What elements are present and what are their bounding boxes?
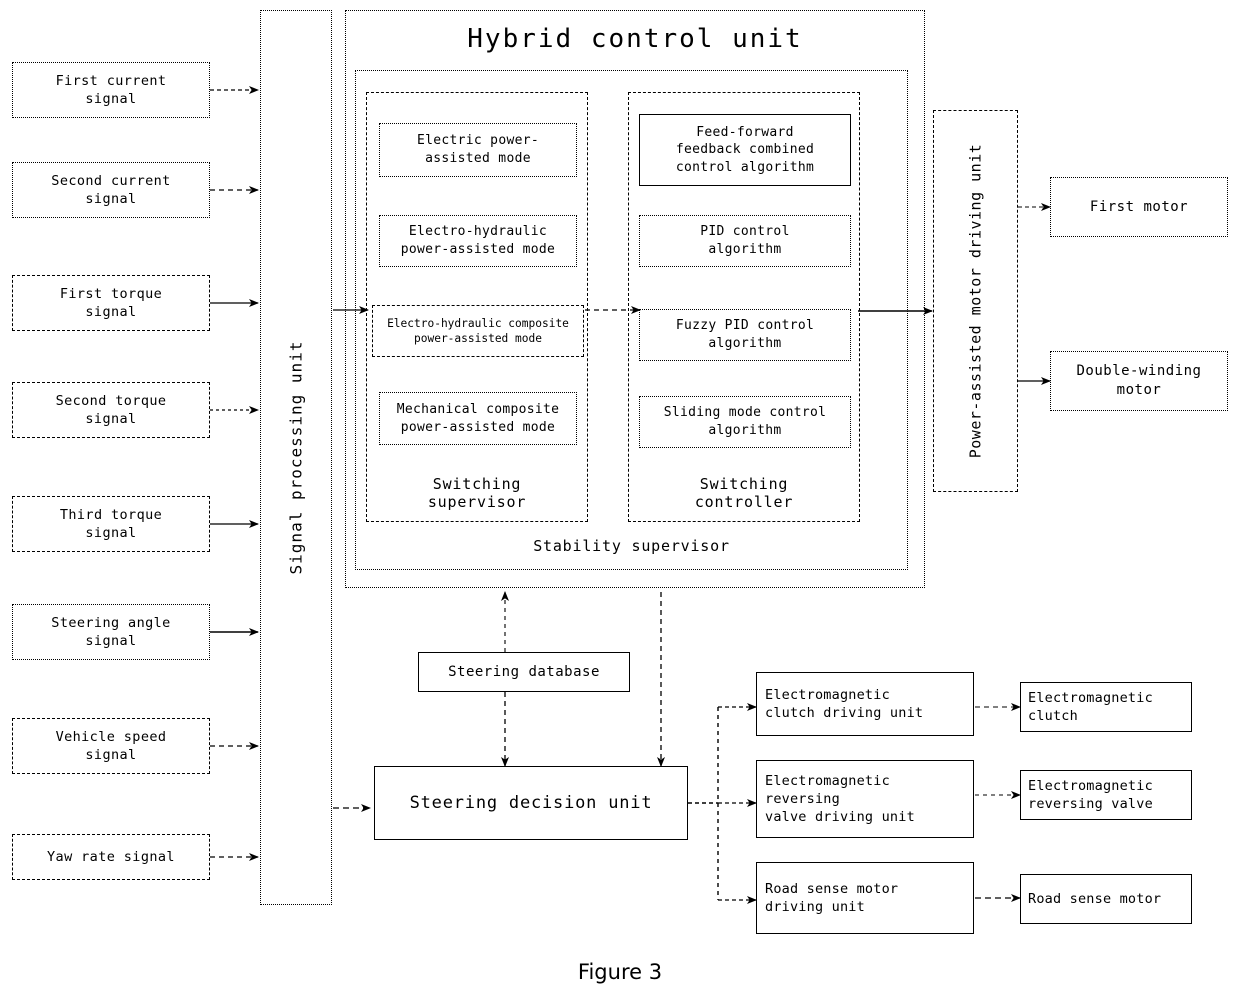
- algorithm-feed-forward-feedback-combined[interactable]: Feed-forward feedback combined control a…: [639, 114, 851, 186]
- mode-electric-power-assisted[interactable]: Electric power- assisted mode: [379, 123, 577, 177]
- steering-database[interactable]: Steering database: [418, 652, 630, 692]
- electromagnetic-clutch[interactable]: Electromagnetic clutch: [1020, 682, 1192, 732]
- input-signal-steering-angle[interactable]: Steering angle signal: [12, 604, 210, 660]
- switching-controller-label: Switching controller: [694, 475, 794, 511]
- input-signal-first-torque[interactable]: First torque signal: [12, 275, 210, 331]
- stability-supervisor-label: Stability supervisor: [533, 537, 730, 555]
- switching-supervisor-label: Switching supervisor: [427, 475, 527, 511]
- algorithm-sliding-mode-control[interactable]: Sliding mode control algorithm: [639, 396, 851, 448]
- input-signal-third-torque[interactable]: Third torque signal: [12, 496, 210, 552]
- hybrid-control-unit-title: Hybrid control unit: [467, 24, 803, 54]
- steering-decision-unit[interactable]: Steering decision unit: [374, 766, 688, 840]
- algorithm-pid-control[interactable]: PID control algorithm: [639, 215, 851, 267]
- figure-caption: Figure 3: [577, 960, 663, 984]
- input-signal-vehicle-speed[interactable]: Vehicle speed signal: [12, 718, 210, 774]
- road-sense-motor[interactable]: Road sense motor: [1020, 874, 1192, 924]
- mode-mechanical-composite-power-assisted[interactable]: Mechanical composite power-assisted mode: [379, 392, 577, 445]
- first-motor[interactable]: First motor: [1050, 177, 1228, 237]
- algorithm-fuzzy-pid-control[interactable]: Fuzzy PID control algorithm: [639, 309, 851, 361]
- double-winding-motor[interactable]: Double-winding motor: [1050, 351, 1228, 411]
- signal-processing-unit[interactable]: Signal processing unit: [260, 10, 332, 905]
- power-assisted-motor-driving-unit-label: Power-assisted motor driving unit: [966, 143, 985, 459]
- electromagnetic-reversing-valve[interactable]: Electromagnetic reversing valve: [1020, 770, 1192, 820]
- electromagnetic-clutch-driving-unit[interactable]: Electromagnetic clutch driving unit: [756, 672, 974, 736]
- input-signal-yaw-rate[interactable]: Yaw rate signal: [12, 834, 210, 880]
- input-signal-first-current[interactable]: First current signal: [12, 62, 210, 118]
- power-assisted-motor-driving-unit[interactable]: Power-assisted motor driving unit: [933, 110, 1018, 492]
- road-sense-motor-driving-unit[interactable]: Road sense motor driving unit: [756, 862, 974, 934]
- input-signal-second-current[interactable]: Second current signal: [12, 162, 210, 218]
- mode-electro-hydraulic-composite-power-assisted[interactable]: Electro-hydraulic composite power-assist…: [372, 305, 584, 357]
- mode-electro-hydraulic-power-assisted[interactable]: Electro-hydraulic power-assisted mode: [379, 215, 577, 267]
- signal-processing-unit-label: Signal processing unit: [286, 340, 306, 575]
- input-signal-second-torque[interactable]: Second torque signal: [12, 382, 210, 438]
- electromagnetic-reversing-valve-driving-unit[interactable]: Electromagnetic reversing valve driving …: [756, 760, 974, 838]
- figure-canvas: First current signal Second current sign…: [0, 0, 1240, 1004]
